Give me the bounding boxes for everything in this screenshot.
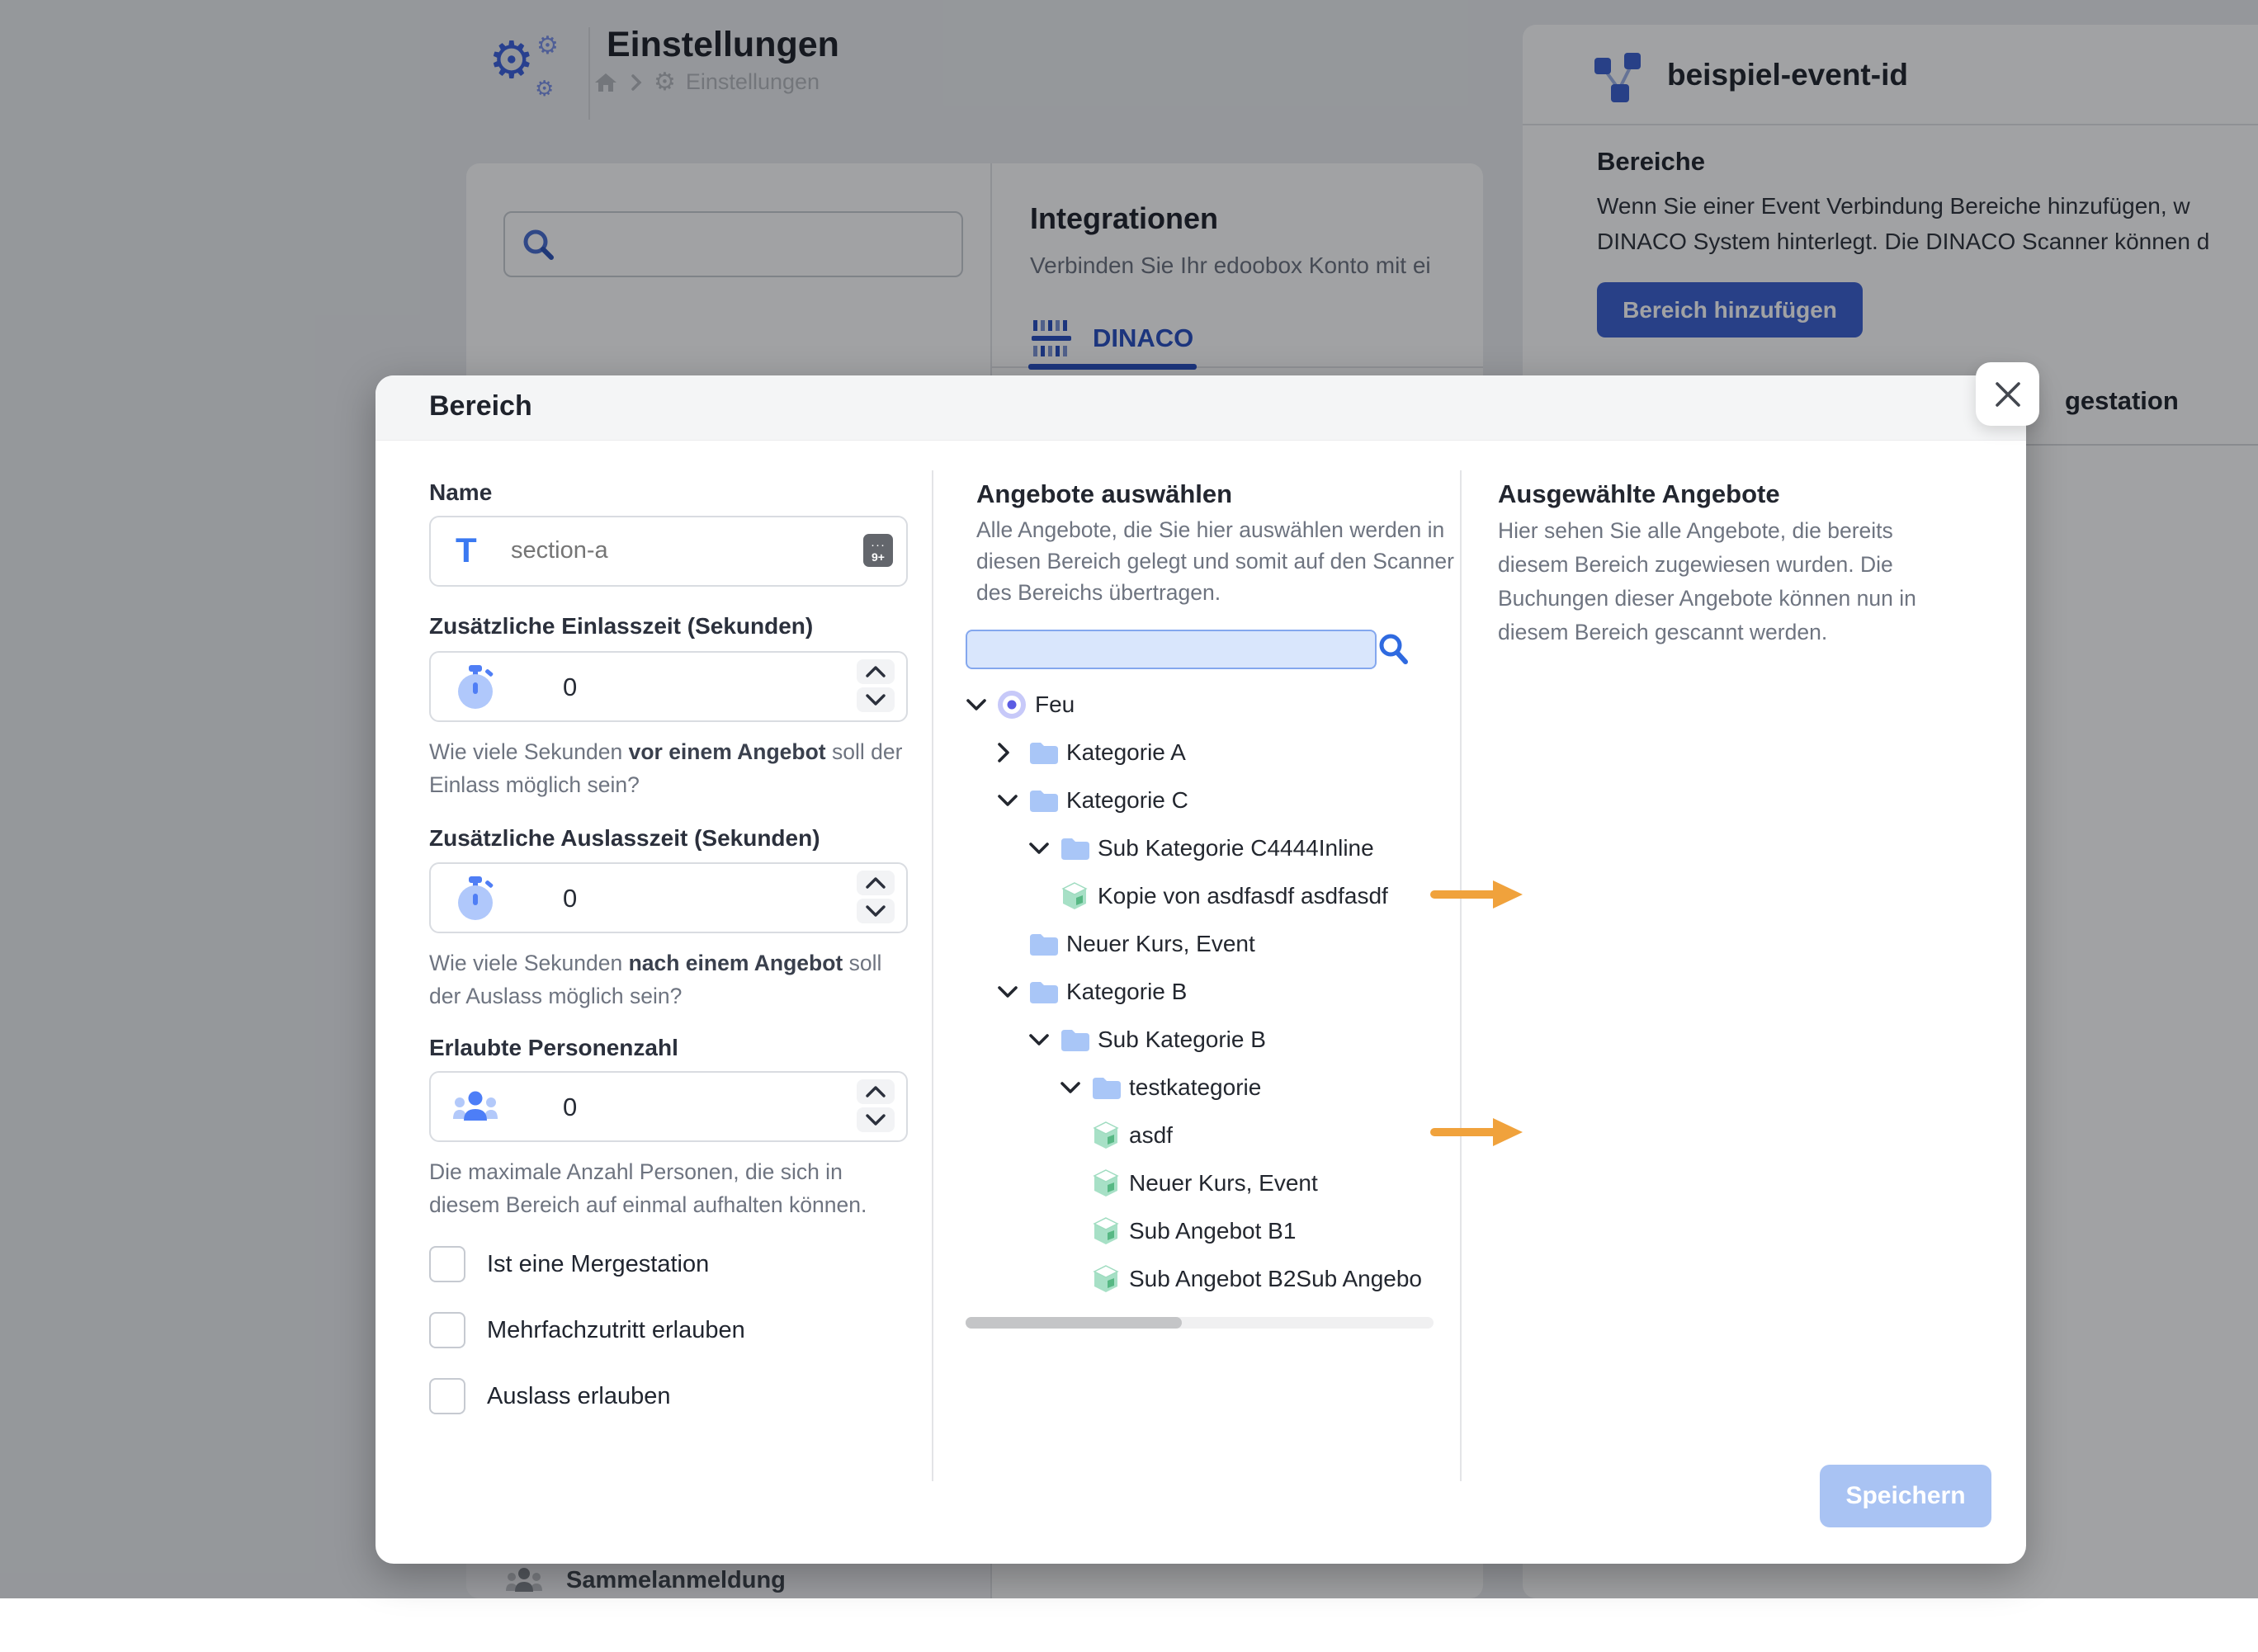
einlasszeit-value[interactable]: 0 — [563, 673, 577, 702]
einlasszeit-increment-button[interactable] — [857, 659, 895, 684]
tree-item-offer[interactable]: asdf — [953, 1112, 1458, 1159]
offers-search-icon[interactable] — [1376, 631, 1412, 668]
folder-icon — [1028, 788, 1058, 813]
annotation-arrow-asdf — [1430, 1117, 1523, 1151]
tree-item[interactable]: Neuer Kurs, Event — [953, 920, 1458, 968]
tree-item[interactable]: Sub Kategorie C4444Inline — [953, 824, 1458, 872]
personenzahl-label: Erlaubte Personenzahl — [429, 1035, 678, 1061]
einlasszeit-help: Wie viele Sekunden vor einem Angebot sol… — [429, 735, 908, 801]
checkbox-row-auslass[interactable]: Auslass erlauben — [429, 1378, 670, 1414]
selected-offers-title: Ausgewählte Angebote — [1498, 479, 1780, 509]
chevron-down-icon[interactable] — [1060, 1081, 1091, 1094]
offer-cube-icon — [1091, 1121, 1121, 1150]
checkbox-label: Auslass erlauben — [487, 1383, 670, 1410]
offers-tree: Feu Kategorie A Kategorie C Sub Kategori… — [953, 681, 1458, 1333]
target-icon — [997, 690, 1027, 720]
folder-icon — [1060, 1027, 1089, 1052]
einlasszeit-label: Zusätzliche Einlasszeit (Sekunden) — [429, 613, 813, 640]
stopwatch-icon — [454, 876, 497, 922]
folder-icon — [1028, 979, 1058, 1004]
offers-search-input[interactable] — [966, 630, 1377, 669]
people-icon — [452, 1091, 498, 1122]
column-divider-1 — [932, 470, 933, 1481]
auslasszeit-value[interactable]: 0 — [563, 884, 577, 913]
offer-cube-icon — [1091, 1168, 1121, 1198]
tree-item-offer[interactable]: Neuer Kurs, Event — [953, 1159, 1458, 1207]
checkbox-label: Ist eine Mergestation — [487, 1251, 709, 1278]
tree-scrollbar-thumb[interactable] — [966, 1317, 1182, 1329]
tree-horizontal-scrollbar[interactable] — [966, 1317, 1434, 1329]
tree-item[interactable]: Feu — [953, 681, 1458, 729]
close-icon — [1993, 380, 2023, 409]
checkbox-label: Mehrfachzutritt erlauben — [487, 1317, 745, 1344]
stopwatch-icon — [454, 664, 497, 710]
chevron-down-icon[interactable] — [997, 985, 1028, 998]
offer-cube-icon — [1091, 1264, 1121, 1294]
offers-title: Angebote auswählen — [976, 479, 1232, 509]
offer-cube-icon — [1091, 1216, 1121, 1246]
folder-icon — [1028, 740, 1058, 765]
tree-item[interactable]: Kategorie B — [953, 968, 1458, 1016]
offer-cube-icon — [1060, 881, 1089, 911]
bereich-modal: Bereich Name T ··· 9+ Zusätzliche Einlas… — [376, 375, 2026, 1564]
personenzahl-field[interactable]: 0 — [429, 1071, 908, 1142]
folder-icon — [1028, 932, 1058, 956]
personenzahl-increment-button[interactable] — [857, 1079, 895, 1104]
offers-description: Alle Angebote, die Sie hier auswählen we… — [976, 514, 1465, 608]
chevron-right-icon[interactable] — [997, 742, 1028, 763]
tree-item[interactable]: Kategorie C — [953, 776, 1458, 824]
save-button[interactable]: Speichern — [1820, 1465, 1991, 1527]
column-divider-2 — [1460, 470, 1462, 1481]
selected-offers-description: Hier sehen Sie alle Angebote, die bereit… — [1498, 514, 1950, 649]
auslasszeit-field[interactable]: 0 — [429, 862, 908, 933]
personenzahl-help: Die maximale Anzahl Personen, die sich i… — [429, 1155, 908, 1221]
annotation-arrow-kopie — [1430, 880, 1523, 913]
tree-item[interactable]: testkategorie — [953, 1064, 1458, 1112]
personenzahl-decrement-button[interactable] — [857, 1107, 895, 1132]
password-manager-badge-icon[interactable]: ··· 9+ — [863, 534, 893, 567]
auslasszeit-label: Zusätzliche Auslasszeit (Sekunden) — [429, 825, 820, 852]
text-format-icon: T — [456, 531, 477, 570]
auslasszeit-help: Wie viele Sekunden nach einem Angebot so… — [429, 946, 908, 1012]
checkbox-auslass[interactable] — [429, 1378, 465, 1414]
chevron-down-icon[interactable] — [1028, 1033, 1060, 1046]
tree-item-offer[interactable]: Kopie von asdfasdf asdfasdf — [953, 872, 1458, 920]
chevron-down-icon[interactable] — [966, 698, 997, 711]
auslasszeit-decrement-button[interactable] — [857, 899, 895, 923]
name-field[interactable]: T ··· 9+ — [429, 516, 908, 587]
checkbox-row-mehrfachzutritt[interactable]: Mehrfachzutritt erlauben — [429, 1312, 745, 1348]
tree-item[interactable]: Kategorie A — [953, 729, 1458, 776]
tree-item-offer[interactable]: Sub Angebot B1 — [953, 1207, 1458, 1255]
folder-icon — [1091, 1075, 1121, 1100]
checkbox-row-mergestation[interactable]: Ist eine Mergestation — [429, 1246, 709, 1282]
einlasszeit-decrement-button[interactable] — [857, 687, 895, 712]
folder-icon — [1060, 836, 1089, 861]
modal-title: Bereich — [429, 390, 532, 422]
tree-item[interactable]: Sub Kategorie B — [953, 1016, 1458, 1064]
close-button[interactable] — [1976, 362, 2039, 426]
tree-item-offer[interactable]: Sub Angebot B2Sub Angebo — [953, 1255, 1458, 1303]
modal-header: Bereich — [376, 375, 2026, 441]
einlasszeit-field[interactable]: 0 — [429, 651, 908, 722]
name-label: Name — [429, 479, 492, 506]
auslasszeit-increment-button[interactable] — [857, 871, 895, 895]
checkbox-mergestation[interactable] — [429, 1246, 465, 1282]
personenzahl-value[interactable]: 0 — [563, 1093, 577, 1122]
name-input[interactable] — [509, 524, 859, 577]
chevron-down-icon[interactable] — [997, 794, 1028, 807]
chevron-down-icon[interactable] — [1028, 842, 1060, 855]
checkbox-mehrfachzutritt[interactable] — [429, 1312, 465, 1348]
